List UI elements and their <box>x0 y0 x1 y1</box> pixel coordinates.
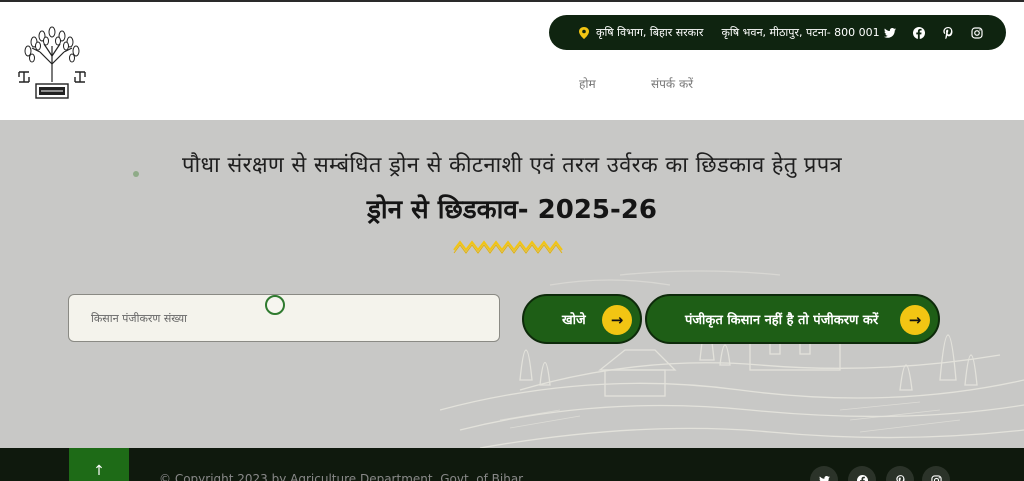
decorative-zigzag <box>453 240 563 254</box>
contact-topbar: कृषि विभाग, बिहार सरकार कृषि भवन, मीठापु… <box>549 15 1006 50</box>
instagram-icon[interactable] <box>922 466 950 481</box>
search-button[interactable]: खोजे → <box>522 294 642 344</box>
arrow-right-icon: → <box>602 305 632 335</box>
instagram-icon[interactable] <box>968 24 986 42</box>
cursor-ring <box>265 295 285 315</box>
farm-landscape-illustration <box>440 270 1024 448</box>
social-links <box>881 24 997 42</box>
twitter-icon[interactable] <box>881 24 899 42</box>
register-button-label: पंजीकृत किसान नहीं है तो पंजीकरण करें <box>685 313 879 328</box>
register-button[interactable]: पंजीकृत किसान नहीं है तो पंजीकरण करें → <box>645 294 940 344</box>
copyright-text: © Copyright 2023 by Agriculture Departme… <box>159 472 524 481</box>
hero-section: पौधा संरक्षण से सम्बंधित ड्रोन से कीटनाश… <box>0 120 1024 448</box>
scroll-to-top-button[interactable]: ↑ <box>69 448 129 481</box>
nav-contact[interactable]: संपर्क करें <box>651 75 693 92</box>
page-subtitle: ड्रोन से छिडकाव- 2025-26 <box>367 195 657 225</box>
pinterest-icon[interactable] <box>886 466 914 481</box>
arrow-right-icon: → <box>900 305 930 335</box>
pinterest-icon[interactable] <box>939 24 957 42</box>
site-header: कृषि विभाग, बिहार सरकार कृषि भवन, मीठापु… <box>0 0 1024 120</box>
site-footer: ↑ © Copyright 2023 by Agriculture Depart… <box>0 448 1024 481</box>
office-address: कृषि भवन, मीठापुर, पटना- 800 001 <box>721 26 880 39</box>
search-button-label: खोजे <box>562 313 586 328</box>
twitter-icon[interactable] <box>810 466 838 481</box>
bihar-govt-logo[interactable] <box>16 24 88 102</box>
location-pin-icon <box>579 26 589 39</box>
page-headline: पौधा संरक्षण से सम्बंधित ड्रोन से कीटनाश… <box>182 153 842 178</box>
facebook-icon[interactable] <box>910 24 928 42</box>
department-name: कृषि विभाग, बिहार सरकार <box>596 26 704 39</box>
decorative-dot <box>133 171 139 177</box>
nav-home[interactable]: होम <box>579 75 596 92</box>
facebook-icon[interactable] <box>848 466 876 481</box>
